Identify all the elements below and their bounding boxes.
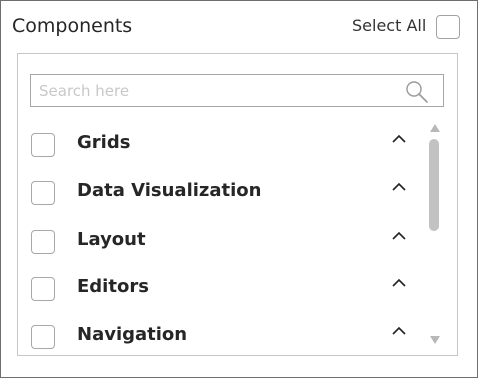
item-checkbox[interactable] <box>31 325 55 349</box>
panel-title: Components <box>12 15 133 37</box>
list-item[interactable]: Grids <box>18 119 423 163</box>
list-item[interactable]: Layout <box>18 216 423 260</box>
item-label: Grids <box>77 132 131 153</box>
search-icon[interactable] <box>405 80 429 104</box>
item-checkbox[interactable] <box>31 133 55 157</box>
list-item[interactable]: Editors <box>18 263 423 307</box>
item-label: Editors <box>77 276 149 297</box>
triangle-down-icon[interactable] <box>430 336 440 344</box>
item-checkbox[interactable] <box>31 277 55 301</box>
select-all-checkbox[interactable] <box>436 15 460 39</box>
chevron-up-icon[interactable] <box>390 131 408 145</box>
search-box[interactable] <box>30 74 444 107</box>
item-label: Data Visualization <box>77 180 262 201</box>
components-panel: Components Select All Grids Data Visuali… <box>0 0 478 378</box>
chevron-up-icon[interactable] <box>390 323 408 337</box>
triangle-up-icon[interactable] <box>430 124 440 132</box>
item-checkbox[interactable] <box>31 230 55 254</box>
chevron-up-icon[interactable] <box>390 228 408 242</box>
scrollbar-thumb[interactable] <box>429 139 439 231</box>
vertical-scrollbar[interactable] <box>426 122 444 348</box>
item-label: Navigation <box>77 324 188 345</box>
search-input[interactable] <box>39 80 389 102</box>
item-label: Layout <box>77 229 146 250</box>
list-item[interactable]: Data Visualization <box>18 167 423 211</box>
chevron-up-icon[interactable] <box>390 275 408 289</box>
item-checkbox[interactable] <box>31 181 55 205</box>
component-list: Grids Data Visualization Layout Editors <box>18 117 423 355</box>
list-item[interactable]: Navigation <box>18 311 423 355</box>
select-all-label[interactable]: Select All <box>352 15 426 37</box>
chevron-up-icon[interactable] <box>390 179 408 193</box>
